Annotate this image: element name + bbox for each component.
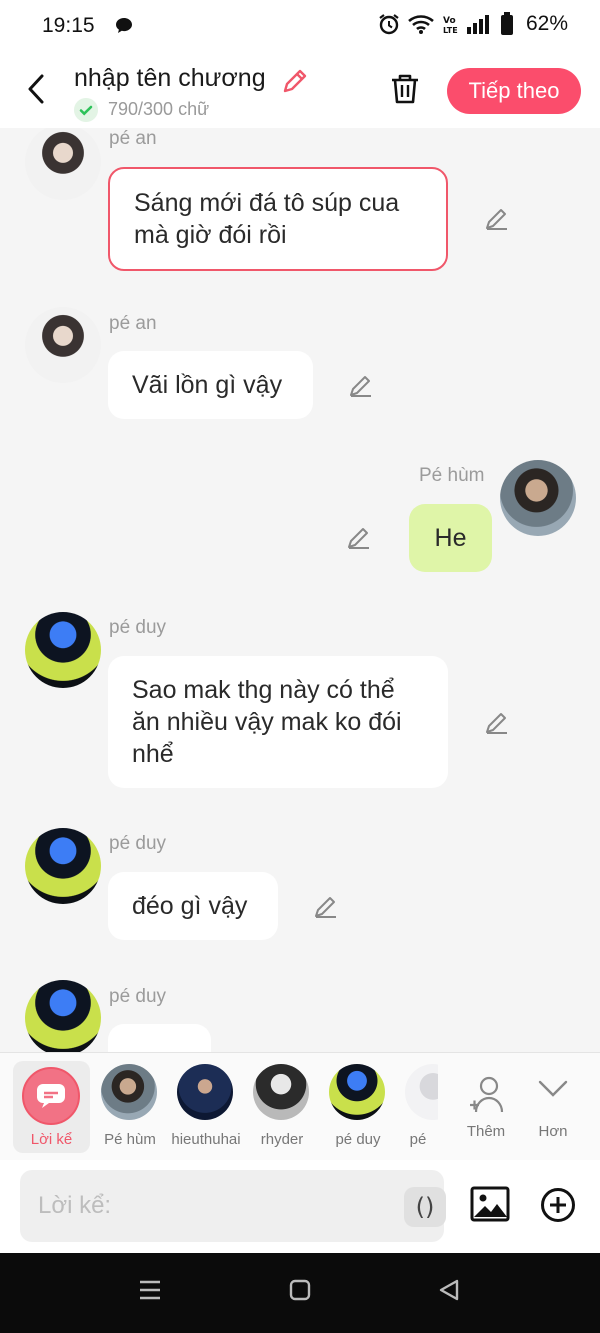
character-avatar	[405, 1064, 438, 1120]
input-container: ()	[20, 1170, 446, 1242]
character-selector: Lời kể Pé hùm hieuthuhai rhyder pé duy p…	[0, 1052, 600, 1160]
character-item[interactable]: Pé hùm	[94, 1061, 166, 1153]
character-item[interactable]: pé	[398, 1061, 438, 1153]
chevron-down-icon	[538, 1080, 568, 1097]
svg-text:Vo: Vo	[443, 16, 456, 26]
editor-header: nhập tên chương 790/300 chữ Tiếp theo	[0, 54, 600, 128]
sender-name: pé duy	[109, 986, 167, 1007]
character-avatar	[177, 1064, 233, 1120]
add-character-label: Thêm	[466, 1123, 506, 1140]
edit-pencil-icon[interactable]	[313, 893, 339, 919]
message-bubble[interactable]: He	[409, 504, 492, 572]
edit-pencil-icon[interactable]	[346, 524, 372, 550]
chat-bubble-icon	[116, 18, 132, 33]
check-circle-icon	[74, 98, 98, 122]
narrator-icon	[22, 1067, 80, 1125]
word-count: 790/300 chữ	[108, 99, 210, 119]
character-avatar	[329, 1064, 385, 1120]
narrator-button[interactable]: Lời kể	[13, 1061, 90, 1153]
add-character-button[interactable]: Thêm	[453, 1061, 519, 1153]
chat-area: pé an Sáng mới đá tô súp cua mà giờ đói …	[0, 128, 600, 1052]
character-avatar	[253, 1064, 309, 1120]
character-item[interactable]: hieuthuhai	[170, 1061, 242, 1153]
narrator-label: Lời kể	[30, 1131, 73, 1148]
sender-name: Pé hùm	[419, 465, 485, 486]
status-time: 19:15	[42, 14, 95, 37]
sender-name: pé duy	[109, 617, 167, 638]
message-bubble[interactable]: Sáng mới đá tô súp cua mà giờ đói rồi	[108, 167, 448, 271]
character-name: rhyder	[260, 1131, 304, 1148]
avatar[interactable]	[500, 460, 576, 536]
character-name: Pé hùm	[104, 1131, 156, 1148]
character-name: pé duy	[335, 1131, 381, 1148]
back-arrow-icon[interactable]	[22, 72, 52, 106]
input-bar: ()	[0, 1160, 600, 1253]
next-button[interactable]: Tiếp theo	[447, 68, 581, 114]
character-item[interactable]: pé duy	[322, 1061, 394, 1153]
image-icon[interactable]	[470, 1186, 510, 1222]
pencil-icon[interactable]	[280, 66, 310, 96]
character-name: pé	[409, 1131, 427, 1148]
character-item[interactable]: rhyder	[246, 1061, 318, 1153]
menu-icon[interactable]	[139, 1279, 161, 1301]
sender-name: pé an	[109, 128, 157, 149]
add-circle-icon[interactable]	[540, 1187, 576, 1223]
avatar[interactable]	[25, 828, 101, 904]
sender-name: pé duy	[109, 833, 167, 854]
status-bar: 19:15 Vo LTE 62%	[0, 0, 600, 54]
character-avatar	[101, 1064, 157, 1120]
narration-input[interactable]	[38, 1186, 378, 1226]
message-bubble[interactable]: Sao mak thg này có thể ăn nhiều vậy mak …	[108, 656, 448, 788]
more-button[interactable]: Hơn	[520, 1061, 586, 1153]
chapter-title[interactable]: nhập tên chương	[74, 64, 266, 93]
avatar[interactable]	[25, 612, 101, 688]
trash-icon[interactable]	[388, 72, 422, 106]
add-person-icon	[470, 1076, 504, 1113]
edit-pencil-icon[interactable]	[484, 205, 510, 231]
battery-percent: 62%	[525, 12, 568, 35]
parentheses-button[interactable]: ()	[404, 1187, 446, 1227]
message-bubble[interactable]: đéo gì vậy	[108, 872, 278, 940]
wifi-icon	[408, 15, 434, 34]
character-name: hieuthuhai	[171, 1131, 241, 1148]
system-nav-bar	[0, 1253, 600, 1333]
more-label: Hơn	[538, 1123, 568, 1140]
volte-icon: VoLTE	[443, 16, 458, 35]
signal-icon	[466, 15, 489, 34]
sender-name: pé an	[109, 313, 157, 334]
home-icon[interactable]	[289, 1279, 311, 1301]
status-icons: Vo LTE 62%	[378, 12, 568, 36]
svg-text:LTE: LTE	[443, 26, 458, 35]
message-bubble[interactable]	[108, 1024, 211, 1052]
battery-icon	[500, 12, 513, 35]
message-bubble[interactable]: Vãi lồn gì vậy	[108, 351, 313, 419]
back-icon[interactable]	[438, 1279, 460, 1301]
edit-pencil-icon[interactable]	[484, 709, 510, 735]
edit-pencil-icon[interactable]	[348, 372, 374, 398]
avatar[interactable]	[25, 128, 101, 200]
alarm-icon	[379, 14, 399, 35]
avatar[interactable]	[25, 980, 101, 1052]
avatar[interactable]	[25, 307, 101, 383]
